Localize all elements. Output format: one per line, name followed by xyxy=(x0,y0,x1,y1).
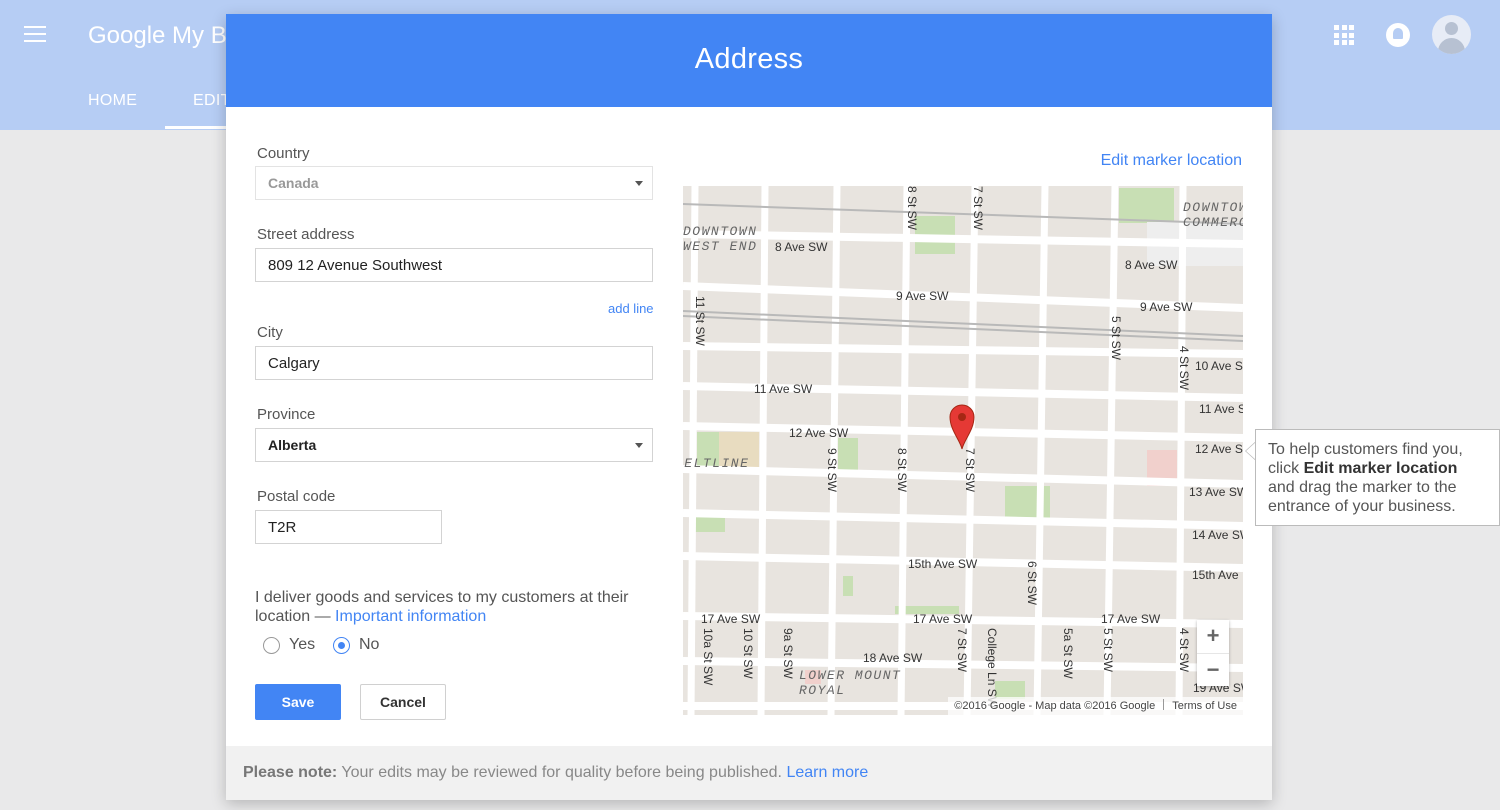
map-label: 5a St SW xyxy=(1061,628,1075,679)
tab-home[interactable]: HOME xyxy=(88,92,137,110)
chevron-down-icon xyxy=(635,181,643,186)
radio-no-label[interactable]: No xyxy=(359,636,379,654)
district-label: LOWER MOUNT ROYAL xyxy=(799,668,902,698)
deliver-question: I deliver goods and services to my custo… xyxy=(255,588,655,626)
map-label: 5 St SW xyxy=(1109,316,1123,361)
tooltip-text-bold: Edit marker location xyxy=(1303,460,1458,477)
tooltip-text-after: and drag the marker to the entrance of y… xyxy=(1268,479,1457,515)
edit-marker-tooltip: To help customers find you, click Edit m… xyxy=(1255,429,1500,526)
tab-edit[interactable]: EDIT xyxy=(193,92,231,110)
map[interactable]: 8 Ave SW 8 Ave SW 9 Ave SW 9 Ave SW 10 A… xyxy=(683,186,1243,715)
map-label: 8 Ave SW xyxy=(775,240,828,254)
terms-of-use-link[interactable]: Terms of Use xyxy=(1172,700,1237,712)
country-select[interactable]: Canada xyxy=(255,166,653,200)
save-button[interactable]: Save xyxy=(255,684,341,720)
map-label: 9 Ave SW xyxy=(896,289,949,303)
district-label: BELTLINE xyxy=(683,456,750,471)
map-label: 15th Ave SW xyxy=(908,557,978,571)
map-label: 7 St SW xyxy=(971,186,985,231)
dialog-footer: Please note: Your edits may be reviewed … xyxy=(226,746,1272,800)
map-label: 9a St SW xyxy=(781,628,795,679)
map-label: 11 St SW xyxy=(693,296,707,346)
map-label: 8 St SW xyxy=(895,448,909,493)
map-marker-icon[interactable] xyxy=(948,402,976,450)
province-select[interactable]: Alberta xyxy=(255,428,653,462)
map-label: 17 Ave SW xyxy=(913,612,973,626)
country-label: Country xyxy=(257,145,310,162)
street-address-label: Street address xyxy=(257,226,355,243)
country-value: Canada xyxy=(268,175,319,191)
menu-icon[interactable] xyxy=(24,26,46,44)
map-label: 13 Ave SW xyxy=(1189,485,1243,499)
map-label: 10 Ave SW xyxy=(1195,359,1243,373)
map-attribution: ©2016 Google - Map data ©2016 Google Term… xyxy=(948,697,1243,715)
chevron-down-icon xyxy=(635,443,643,448)
map-label: 8 Ave SW xyxy=(1125,258,1178,272)
map-label: 17 Ave SW xyxy=(1101,612,1161,626)
map-attribution-text: ©2016 Google - Map data ©2016 Google xyxy=(954,700,1156,712)
postal-code-label: Postal code xyxy=(257,488,336,505)
edit-marker-location-link[interactable]: Edit marker location xyxy=(1101,152,1242,170)
map-label: 9 St SW xyxy=(825,448,839,493)
map-label: 15th Ave xyxy=(1192,568,1239,582)
zoom-out-button[interactable]: − xyxy=(1197,653,1229,686)
zoom-in-button[interactable]: + xyxy=(1197,620,1229,653)
avatar[interactable] xyxy=(1432,15,1471,54)
active-tab-indicator xyxy=(165,126,235,129)
radio-no[interactable] xyxy=(333,637,350,654)
map-label: 14 Ave SW xyxy=(1192,528,1243,542)
map-label: 7 St SW xyxy=(963,448,977,493)
map-label: 11 Ave SW xyxy=(1199,402,1243,416)
map-label: 12 Ave SW xyxy=(1195,442,1243,456)
map-zoom-control: + − xyxy=(1197,620,1229,686)
please-note-text: Your edits may be reviewed for quality b… xyxy=(337,764,787,781)
map-label: 11 Ave SW xyxy=(754,382,813,396)
map-label: 17 Ave SW xyxy=(701,612,761,626)
map-label: 8 St SW xyxy=(905,186,919,231)
dialog-title: Address xyxy=(694,43,804,75)
map-label: 12 Ave SW xyxy=(789,426,849,440)
important-information-link[interactable]: Important information xyxy=(335,608,486,625)
apps-grid-icon[interactable] xyxy=(1334,25,1354,45)
cancel-button[interactable]: Cancel xyxy=(360,684,446,720)
map-label: 5 St SW xyxy=(1101,628,1115,673)
district-label: DOWNTOWN COMMERCIAL xyxy=(1183,200,1243,230)
map-label: 10 St SW xyxy=(741,628,755,679)
radio-yes[interactable] xyxy=(263,637,280,654)
postal-code-input[interactable]: T2R xyxy=(255,510,442,544)
address-dialog: Address Country Canada Street address 80… xyxy=(226,14,1272,800)
learn-more-link[interactable]: Learn more xyxy=(786,764,868,781)
notifications-bell-icon[interactable] xyxy=(1386,23,1410,47)
district-label: DOWNTOWN WEST END xyxy=(683,224,758,254)
province-value: Alberta xyxy=(268,437,317,453)
map-label: 10a St SW xyxy=(701,628,715,686)
map-label: 4 St SW xyxy=(1177,628,1191,673)
radio-yes-label[interactable]: Yes xyxy=(289,636,315,654)
map-label: 6 St SW xyxy=(1025,561,1039,606)
city-input[interactable]: Calgary xyxy=(255,346,653,380)
please-note-label: Please note: xyxy=(243,764,338,781)
dialog-header: Address xyxy=(226,14,1272,107)
street-address-input[interactable]: 809 12 Avenue Southwest xyxy=(255,248,653,282)
map-label: 18 Ave SW xyxy=(863,651,923,665)
add-line-link[interactable]: add line xyxy=(608,301,654,316)
map-label: 4 St SW xyxy=(1177,346,1191,391)
map-label: 7 St SW xyxy=(955,628,969,673)
map-label: 9 Ave SW xyxy=(1140,300,1193,314)
city-label: City xyxy=(257,324,283,341)
province-label: Province xyxy=(257,406,316,423)
